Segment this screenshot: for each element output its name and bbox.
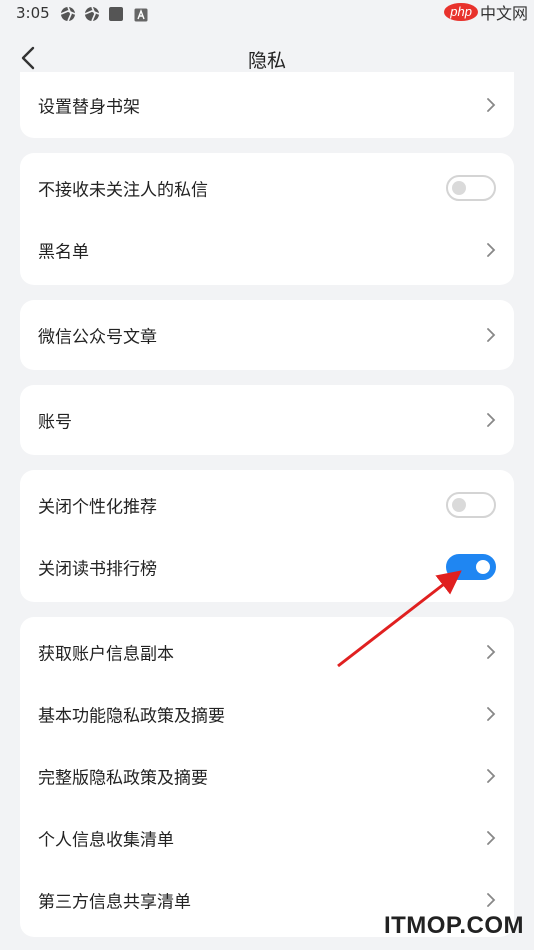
row-personal-info-list[interactable]: 个人信息收集清单	[20, 807, 514, 869]
row-label: 不接收未关注人的私信	[38, 180, 208, 201]
settings-card: 关闭个性化推荐 关闭读书排行榜	[20, 470, 514, 602]
toggle-switch[interactable]	[446, 492, 496, 518]
row-account[interactable]: 账号	[20, 389, 514, 451]
row-label: 基本功能隐私政策及摘要	[38, 706, 225, 727]
row-label: 账号	[38, 412, 72, 433]
square-icon	[108, 6, 124, 22]
row-wechat-articles[interactable]: 微信公众号文章	[20, 304, 514, 366]
row-personalized-recommend: 关闭个性化推荐	[20, 474, 514, 536]
status-time: 3:05	[16, 4, 50, 22]
status-bar: 3:05 php 中文网	[0, 0, 534, 28]
settings-card: 不接收未关注人的私信 黑名单	[20, 153, 514, 285]
toggle-switch[interactable]	[446, 175, 496, 201]
chevron-right-icon	[487, 893, 496, 907]
row-label: 完整版隐私政策及摘要	[38, 768, 208, 789]
itmop-watermark: ITMOP.COM	[383, 912, 524, 939]
row-label: 黑名单	[38, 242, 89, 263]
settings-card: 账号	[20, 385, 514, 455]
settings-card: 获取账户信息副本 基本功能隐私政策及摘要 完整版隐私政策及摘要 个人信息收集清单…	[20, 617, 514, 937]
a-box-icon	[134, 7, 148, 22]
chevron-right-icon	[487, 413, 496, 427]
settings-card: 设置替身书架	[20, 72, 514, 138]
chevron-right-icon	[487, 831, 496, 845]
aperture-icon	[60, 6, 76, 22]
php-watermark-text: 中文网	[479, 4, 528, 23]
chevron-right-icon	[487, 328, 496, 342]
row-label: 个人信息收集清单	[38, 830, 174, 851]
row-reading-rank: 关闭读书排行榜	[20, 536, 514, 598]
row-label: 设置替身书架	[38, 97, 140, 118]
row-basic-privacy-policy[interactable]: 基本功能隐私政策及摘要	[20, 683, 514, 745]
page-title: 隐私	[247, 50, 286, 72]
row-label: 第三方信息共享清单	[38, 892, 191, 913]
chevron-right-icon	[487, 707, 496, 721]
row-account-copy[interactable]: 获取账户信息副本	[20, 621, 514, 683]
toggle-switch[interactable]	[446, 554, 496, 580]
toggle-knob	[476, 560, 490, 574]
toggle-knob	[452, 498, 466, 512]
chevron-right-icon	[487, 769, 496, 783]
row-full-privacy-policy[interactable]: 完整版隐私政策及摘要	[20, 745, 514, 807]
row-blacklist[interactable]: 黑名单	[20, 219, 514, 281]
row-label: 关闭个性化推荐	[38, 497, 157, 518]
settings-card: 微信公众号文章	[20, 300, 514, 370]
aperture-icon	[84, 6, 100, 22]
row-label: 微信公众号文章	[38, 327, 157, 348]
php-logo: php	[444, 3, 478, 21]
row-shelf-substitute[interactable]: 设置替身书架	[20, 74, 514, 136]
toggle-knob	[452, 181, 466, 195]
row-label: 关闭读书排行榜	[38, 559, 157, 580]
chevron-right-icon	[487, 243, 496, 257]
row-label: 获取账户信息副本	[38, 644, 174, 665]
chevron-right-icon	[487, 98, 496, 112]
php-watermark: php 中文网	[444, 0, 528, 24]
chevron-right-icon	[487, 645, 496, 659]
row-block-dm: 不接收未关注人的私信	[20, 157, 514, 219]
